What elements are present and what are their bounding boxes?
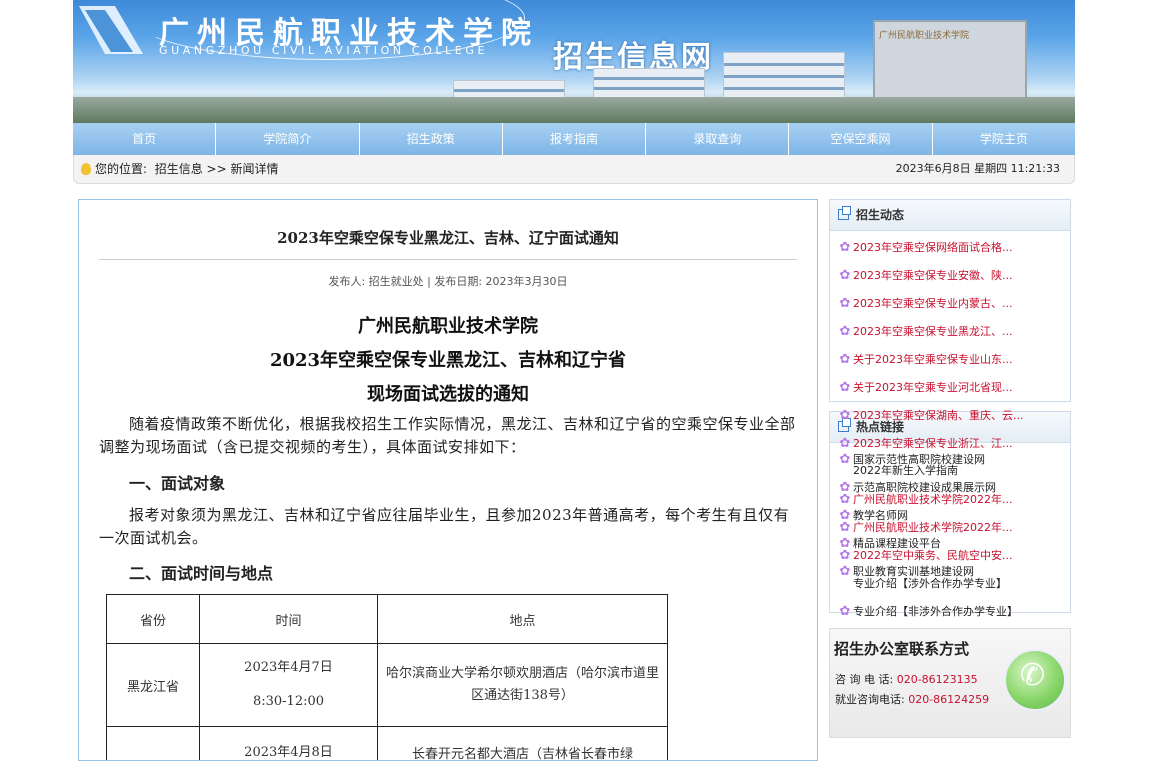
hot-link-label: 专业介绍【非涉外合作办学专业】 [853,605,1018,618]
phone-icon [1004,649,1066,711]
phone-label: 咨 询 电 话: [835,673,893,686]
nav-application-guide[interactable]: 报考指南 [503,123,646,155]
candidates-paragraph: 报考对象须为黑龙江、吉林和辽宁省应往届毕业生，且参加2023年普通高考，每个考生… [99,504,799,550]
flower-bullet-icon: ✿ [837,506,853,526]
breadcrumb-prefix: 您的位置: [95,162,147,176]
news-item-label: 关于2023年空乘空保专业山东... [853,353,1012,366]
table-cell-place: 哈尔滨商业大学希尔顿欢朋酒店（哈尔滨市道里区通达街138号） [378,644,668,727]
contact-box: 招生办公室联系方式 咨 询 电 话: 020-86123135 就业咨询电话: … [829,628,1071,738]
news-item[interactable]: ✿2023年空乘空保专业安徽、陕... [837,266,1067,286]
hot-link-label: 教学名师网 [853,509,908,522]
notice-heading-2: 2023年空乘空保专业黑龙江、吉林和辽宁省 [79,346,817,372]
college-name-en: GUANGZHOU CIVIL AVIATION COLLEGE [159,44,488,57]
flower-bullet-icon: ✿ [837,602,853,622]
contact-phone-row: 咨 询 电 话: 020-86123135 [835,671,978,687]
flower-bullet-icon: ✿ [837,322,853,342]
lightbulb-icon [81,163,91,175]
nav-flight-attendant[interactable]: 空保空乘网 [789,123,932,155]
nav-college-home[interactable]: 学院主页 [933,123,1075,155]
flower-bullet-icon: ✿ [837,478,853,498]
hot-link-item[interactable]: ✿教学名师网 [837,506,1067,526]
nav-college-intro[interactable]: 学院简介 [216,123,359,155]
news-item-label: 关于2023年空乘专业河北省现... [853,381,1012,394]
gate-inscription: 广州民航职业技术学院 [879,28,969,41]
table-cell-province [107,727,200,761]
news-item-label: 2023年空乘空保网络面试合格... [853,241,1012,254]
news-item-label: 2023年空乘空保专业内蒙古、... [853,297,1012,310]
news-item-label: 2023年空乘空保湖南、重庆、云... [853,409,1023,422]
nav-admission-policy[interactable]: 招生政策 [360,123,503,155]
article-title: 2023年空乘空保专业黑龙江、吉林、辽宁面试通知 [79,227,817,248]
news-item[interactable]: ✿2023年空乘空保专业黑龙江、... [837,322,1067,342]
news-item-label: 2023年空乘空保专业安徽、陕... [853,269,1012,282]
table-header: 地点 [378,595,668,644]
current-datetime: 2023年6月8日 星期四 11:21:33 [896,155,1060,183]
flower-bullet-icon: ✿ [837,238,853,258]
news-item[interactable]: ✿关于2023年空乘专业河北省现... [837,378,1067,398]
news-item[interactable]: ✿2023年空乘空保专业内蒙古、... [837,294,1067,314]
hot-link-label: 精品课程建设平台 [853,537,941,550]
admission-news-title: 招生动态 [856,208,904,222]
title-divider [99,259,797,260]
flower-bullet-icon: ✿ [837,406,853,426]
news-item[interactable]: ✿2023年空乘空保网络面试合格... [837,238,1067,258]
table-cell-hours: 8:30-12:00 [253,694,324,709]
nav-admission-query[interactable]: 录取查询 [646,123,789,155]
table-row: 黑龙江省 2023年4月7日 8:30-12:00 哈尔滨商业大学希尔顿欢朋酒店（… [107,644,668,727]
news-item-label: 2023年空乘空保专业浙江、江... [853,437,1012,450]
window-icon [838,209,849,220]
article-meta: 发布人: 招生就业处 | 发布日期: 2023年3月30日 [79,273,817,289]
hot-link-item[interactable]: ✿示范高职院校建设成果展示网 [837,478,1067,498]
notice-heading-3: 现场面试选拔的通知 [79,380,817,406]
table-row: 2023年4月8日 长春开元名都大酒店（吉林省长春市绿 [107,727,668,761]
main-nav: 首页 学院简介 招生政策 报考指南 录取查询 空保空乘网 学院主页 [73,123,1075,155]
campus-trees [73,97,1075,123]
phone-value: 020-86123135 [897,673,978,686]
interview-schedule-table: 省份 时间 地点 黑龙江省 2023年4月7日 8:30-12:00 哈尔滨商业大… [106,594,668,761]
job-phone-label: 就业咨询电话: [835,693,905,706]
hot-link-label: 示范高职院校建设成果展示网 [853,481,996,494]
table-cell-time: 2023年4月7日 8:30-12:00 [200,644,378,727]
hot-link-label: 2022年新生入学指南 [853,464,958,477]
site-banner: 广州民航职业技术学院 GUANGZHOU CIVIL AVIATION COLL… [73,0,1075,123]
section-heading-time-place: 二、面试时间与地点 [129,560,273,584]
table-cell-province: 黑龙江省 [107,644,200,727]
table-cell-place: 长春开元名都大酒店（吉林省长春市绿 [378,727,668,761]
news-item[interactable]: ✿2023年空乘空保湖南、重庆、云... [837,406,1067,426]
table-cell-time: 2023年4月8日 [200,727,378,761]
intro-paragraph: 随着疫情政策不断优化，根据我校招生工作实际情况，黑龙江、吉林和辽宁省的空乘空保专… [99,413,799,459]
admission-news-header: 招生动态 [830,200,1070,231]
hot-link-label: 专业介绍【涉外合作办学专业】 [853,577,1007,590]
hot-link-item[interactable]: 专业介绍【涉外合作办学专业】 [837,574,1067,594]
breadcrumb: 您的位置: 招生信息 >> 新闻详情 2023年6月8日 星期四 11:21:3… [73,155,1075,184]
flower-bullet-icon: ✿ [837,378,853,398]
contact-job-row: 就业咨询电话: 020-86124259 [835,691,989,707]
job-phone-value: 020-86124259 [908,693,989,706]
table-cell-date: 2023年4月8日 [244,745,333,760]
section-heading-candidates: 一、面试对象 [129,470,225,494]
nav-home[interactable]: 首页 [73,123,216,155]
news-item[interactable]: ✿关于2023年空乘空保专业山东... [837,350,1067,370]
notice-heading-1: 广州民航职业技术学院 [79,312,817,338]
hot-link-item[interactable]: ✿专业介绍【非涉外合作办学专业】 [837,602,1067,622]
hot-link-item[interactable]: ✿精品课程建设平台 [837,534,1067,554]
table-header: 时间 [200,595,378,644]
article-panel: 2023年空乘空保专业黑龙江、吉林、辽宁面试通知 发布人: 招生就业处 | 发布… [78,199,818,761]
table-cell-date: 2023年4月7日 [244,660,333,675]
contact-title: 招生办公室联系方式 [834,638,969,659]
breadcrumb-current: 新闻详情 [230,162,278,176]
flower-bullet-icon: ✿ [837,266,853,286]
table-header-row: 省份 时间 地点 [107,595,668,644]
table-header: 省份 [107,595,200,644]
breadcrumb-link-admission[interactable]: 招生信息 [155,162,203,176]
breadcrumb-separator: >> [207,162,227,176]
flower-bullet-icon: ✿ [837,350,853,370]
flower-bullet-icon: ✿ [837,294,853,314]
page-wrapper: 广州民航职业技术学院 GUANGZHOU CIVIL AVIATION COLL… [73,0,1075,184]
flower-bullet-icon: ✿ [837,534,853,554]
news-item-label: 2023年空乘空保专业黑龙江、... [853,325,1012,338]
